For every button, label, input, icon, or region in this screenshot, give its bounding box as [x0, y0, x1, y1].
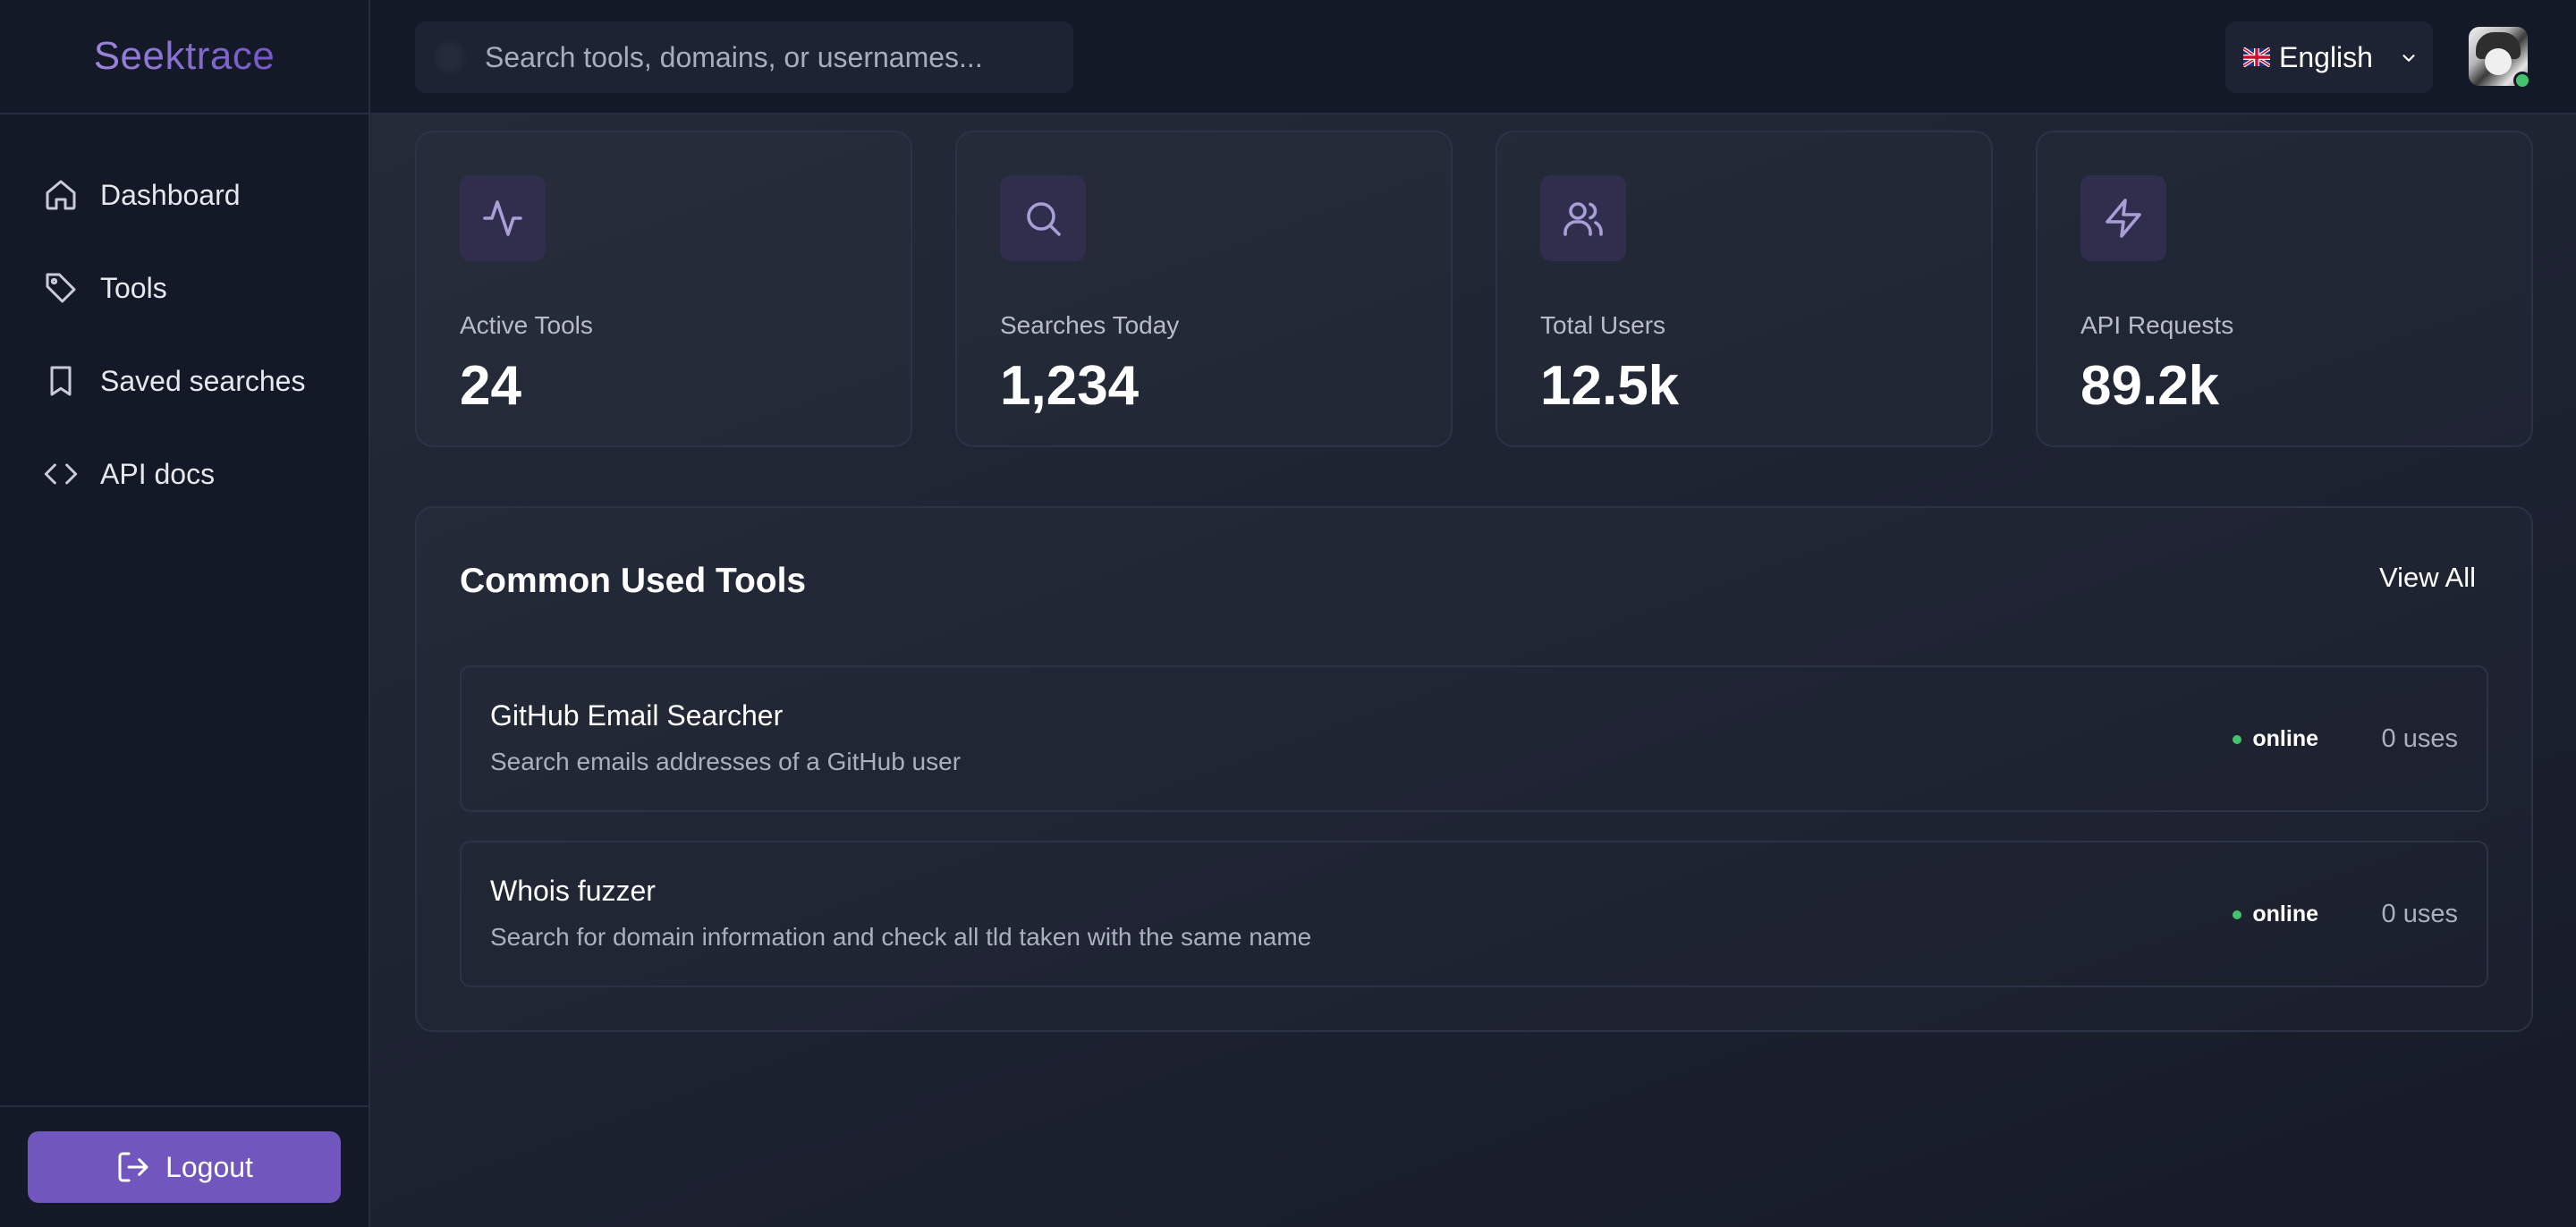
avatar[interactable]	[2469, 27, 2531, 89]
tool-description: Search emails addresses of a GitHub user	[490, 748, 962, 775]
sidebar-item-label: Dashboard	[100, 178, 241, 211]
stat-value: 1,234	[1000, 355, 1140, 417]
status-badge: online	[2233, 726, 2318, 752]
status-text: online	[2252, 901, 2318, 927]
brand-logo[interactable]: Seektrace	[94, 34, 275, 79]
status-badge: online	[2233, 901, 2318, 927]
search-input[interactable]	[483, 39, 1073, 75]
language-label: English	[2279, 40, 2373, 73]
sidebar-footer: Logout	[0, 1105, 369, 1227]
tool-uses: 0 uses	[2381, 900, 2458, 928]
tool-name: GitHub Email Searcher	[490, 699, 784, 732]
language-select[interactable]: English	[2225, 21, 2433, 93]
stat-card-api-requests: API Requests 89.2k	[2036, 131, 2533, 447]
tag-icon	[46, 273, 76, 303]
stat-card-active-tools: Active Tools 24	[415, 131, 912, 447]
sidebar-item-dashboard[interactable]: Dashboard	[0, 148, 369, 241]
tool-uses: 0 uses	[2381, 724, 2458, 753]
bookmark-icon	[50, 366, 72, 396]
tool-row-whois-fuzzer[interactable]: Whois fuzzer Search for domain informati…	[460, 841, 2488, 987]
sidebar: Seektrace Dashboard Tools Saved searches…	[0, 0, 370, 1227]
users-icon	[1540, 175, 1626, 261]
tool-name: Whois fuzzer	[490, 875, 656, 907]
sidebar-item-api-docs[interactable]: API docs	[0, 427, 369, 520]
stat-value: 24	[460, 355, 521, 417]
sidebar-item-saved-searches[interactable]: Saved searches	[0, 334, 369, 427]
common-tools-panel: Common Used Tools View All GitHub Email …	[415, 506, 2533, 1032]
tool-row-github-email-searcher[interactable]: GitHub Email Searcher Search emails addr…	[460, 665, 2488, 812]
logout-label: Logout	[165, 1150, 253, 1183]
avatar-face	[2485, 48, 2512, 75]
uk-flag-icon	[2243, 47, 2270, 67]
stat-value: 12.5k	[1540, 355, 1680, 417]
logout-button[interactable]: Logout	[28, 1131, 341, 1203]
main-content: Active Tools 24 Searches Today 1,234 Tot…	[370, 114, 2576, 1227]
sidebar-item-label: API docs	[100, 457, 216, 490]
stat-label: API Requests	[2080, 311, 2234, 339]
sidebar-nav: Dashboard Tools Saved searches API docs	[0, 114, 369, 520]
sidebar-item-tools[interactable]: Tools	[0, 241, 369, 334]
status-dot-icon	[2233, 910, 2242, 919]
search-icon	[1000, 175, 1086, 261]
stat-label: Searches Today	[1000, 311, 1180, 339]
activity-icon	[460, 175, 546, 261]
view-all-link[interactable]: View All	[2379, 562, 2476, 594]
search-icon	[435, 42, 465, 72]
status-text: online	[2252, 726, 2318, 751]
brand-bar: Seektrace	[0, 0, 369, 114]
chevron-down-icon	[2402, 55, 2415, 62]
code-icon	[44, 463, 78, 485]
lightning-icon	[2080, 175, 2166, 261]
panel-title: Common Used Tools	[460, 562, 807, 600]
home-icon	[46, 180, 76, 210]
search-box[interactable]	[415, 21, 1073, 93]
sidebar-item-label: Tools	[100, 271, 167, 304]
stat-label: Active Tools	[460, 311, 593, 339]
stat-label: Total Users	[1540, 311, 1666, 339]
online-status-dot	[2513, 72, 2531, 89]
sidebar-item-label: Saved searches	[100, 364, 306, 397]
stat-card-total-users: Total Users 12.5k	[1496, 131, 1993, 447]
stat-value: 89.2k	[2080, 355, 2220, 417]
top-bar: English	[370, 0, 2576, 114]
stat-card-searches-today: Searches Today 1,234	[955, 131, 1453, 447]
tool-description: Search for domain information and check …	[490, 923, 1312, 951]
status-dot-icon	[2233, 734, 2242, 744]
logout-icon	[118, 1152, 148, 1182]
